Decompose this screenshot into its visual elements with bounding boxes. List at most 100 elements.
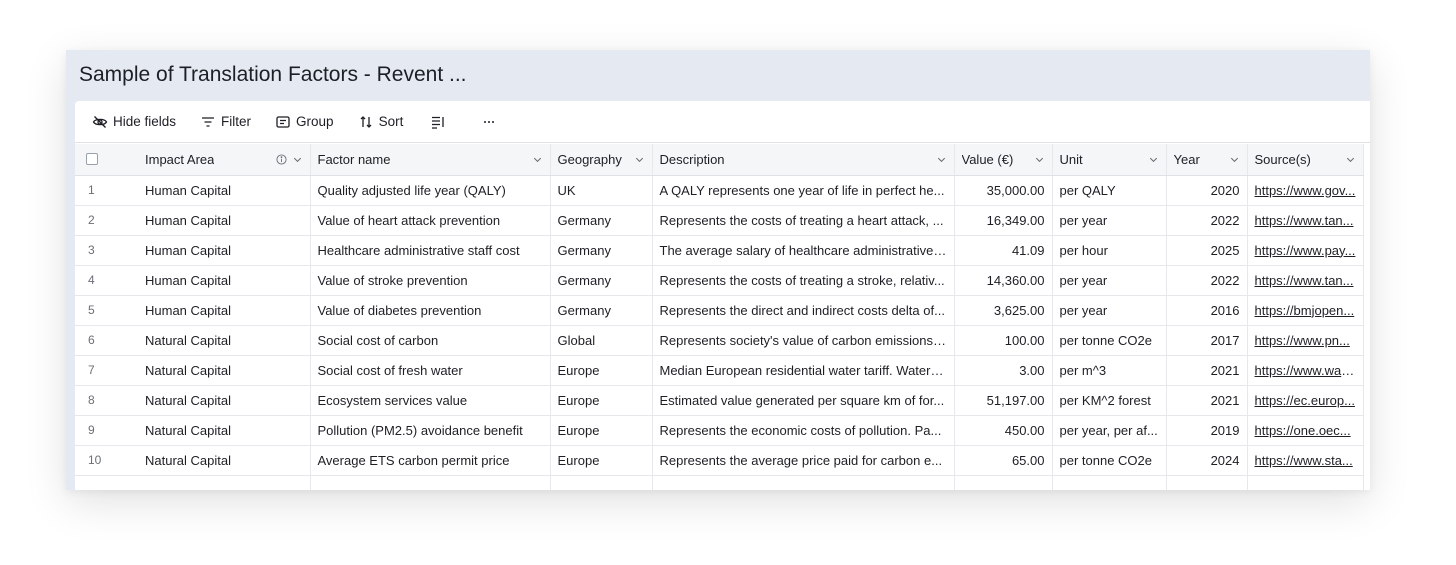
select-all-checkbox[interactable] <box>86 153 98 166</box>
cell-geography[interactable]: Germany <box>550 265 653 296</box>
cell-factor-name[interactable]: Social cost of fresh water <box>310 355 551 386</box>
column-header-unit[interactable]: Unit <box>1052 144 1167 176</box>
column-header-impact-area[interactable]: Impact Area <box>138 144 311 176</box>
cell-geography[interactable]: Europe <box>550 415 653 446</box>
cell-unit[interactable]: per KM^2 forest <box>1052 385 1167 416</box>
sort-button[interactable]: Sort <box>355 108 413 136</box>
cell-factor-name[interactable]: Pollution (PM2.5) avoidance benefit <box>310 415 551 446</box>
cell-geography[interactable]: UK <box>550 175 653 206</box>
cell-impact-area[interactable]: Human Capital <box>138 295 311 326</box>
filter-button[interactable]: Filter <box>197 108 260 136</box>
cell-unit[interactable]: per tonne CO2e <box>1052 445 1167 476</box>
cell-description[interactable]: Represents the economic costs of polluti… <box>652 415 955 446</box>
source-link[interactable]: https://www.gov... <box>1255 183 1356 198</box>
cell-year[interactable]: 2021 <box>1166 355 1248 386</box>
cell-description[interactable]: Estimated value generated per square km … <box>652 385 955 416</box>
source-link[interactable]: https://bmjopen... <box>1255 303 1355 318</box>
cell-description[interactable]: Represents the direct and indirect costs… <box>652 295 955 326</box>
cell-value[interactable]: 41.09 <box>954 235 1053 266</box>
cell-description[interactable]: Median European residential water tariff… <box>652 355 955 386</box>
cell-value[interactable]: 16,349.00 <box>954 205 1053 236</box>
cell-factor-name[interactable]: Value of diabetes prevention <box>310 295 551 326</box>
info-icon[interactable] <box>275 154 287 165</box>
cell-description[interactable]: The average salary of healthcare adminis… <box>652 235 955 266</box>
cell-impact-area[interactable]: Human Capital <box>138 175 311 206</box>
column-header-description[interactable]: Description <box>652 144 955 176</box>
table-row[interactable]: 3 Human Capital Healthcare administrativ… <box>75 235 1364 266</box>
cell-description[interactable]: Represents the average price paid for ca… <box>652 445 955 476</box>
column-header-geography[interactable]: Geography <box>550 144 653 176</box>
cell-source[interactable]: https://www.tan... <box>1247 205 1364 236</box>
cell-value[interactable]: 100.00 <box>954 325 1053 356</box>
hide-fields-button[interactable]: Hide fields <box>89 108 185 136</box>
cell-year[interactable]: 2017 <box>1166 325 1248 356</box>
cell-unit[interactable]: per m^3 <box>1052 355 1167 386</box>
cell-description[interactable]: Represents the costs of treating a heart… <box>652 205 955 236</box>
chevron-down-icon[interactable] <box>1034 154 1045 165</box>
cell-factor-name[interactable]: Value of heart attack prevention <box>310 205 551 236</box>
cell-unit[interactable]: per year, per af... <box>1052 415 1167 446</box>
cell-year[interactable]: 2021 <box>1166 385 1248 416</box>
cell-unit[interactable]: per year <box>1052 265 1167 296</box>
chevron-down-icon[interactable] <box>1229 154 1240 165</box>
column-header-sources[interactable]: Source(s) <box>1247 144 1364 176</box>
cell-year[interactable]: 2020 <box>1166 175 1248 206</box>
more-options-button[interactable] <box>475 108 508 136</box>
source-link[interactable]: https://www.sta... <box>1255 453 1353 468</box>
table-row[interactable]: 8 Natural Capital Ecosystem services val… <box>75 385 1364 416</box>
cell-source[interactable]: https://www.tan... <box>1247 265 1364 296</box>
chevron-down-icon[interactable] <box>532 154 543 165</box>
source-link[interactable]: https://www.pay... <box>1255 243 1356 258</box>
cell-factor-name[interactable]: Ecosystem services value <box>310 385 551 416</box>
cell-value[interactable]: 35,000.00 <box>954 175 1053 206</box>
cell-unit[interactable]: per year <box>1052 205 1167 236</box>
source-link[interactable]: https://www.pn... <box>1255 333 1350 348</box>
chevron-down-icon[interactable] <box>936 154 947 165</box>
source-link[interactable]: https://www.tan... <box>1255 213 1354 228</box>
cell-year[interactable]: 2022 <box>1166 205 1248 236</box>
cell-year[interactable]: 2016 <box>1166 295 1248 326</box>
cell-source[interactable]: https://www.pay... <box>1247 235 1364 266</box>
group-button[interactable]: Group <box>272 108 343 136</box>
cell-factor-name[interactable]: Healthcare administrative staff cost <box>310 235 551 266</box>
cell-source[interactable]: https://www.wat... <box>1247 355 1364 386</box>
cell-source[interactable]: https://www.sta... <box>1247 445 1364 476</box>
cell-value[interactable]: 51,197.00 <box>954 385 1053 416</box>
row-height-button[interactable] <box>424 108 457 136</box>
column-header-year[interactable]: Year <box>1166 144 1248 176</box>
cell-factor-name[interactable]: Value of stroke prevention <box>310 265 551 296</box>
cell-year[interactable]: 2019 <box>1166 415 1248 446</box>
table-row[interactable]: 9 Natural Capital Pollution (PM2.5) avoi… <box>75 415 1364 446</box>
cell-factor-name[interactable]: Social cost of carbon <box>310 325 551 356</box>
cell-factor-name[interactable]: Quality adjusted life year (QALY) <box>310 175 551 206</box>
cell-geography[interactable]: Europe <box>550 355 653 386</box>
cell-impact-area[interactable]: Natural Capital <box>138 385 311 416</box>
cell-geography[interactable]: Germany <box>550 235 653 266</box>
cell-unit[interactable]: per year <box>1052 295 1167 326</box>
cell-source[interactable]: https://www.pn... <box>1247 325 1364 356</box>
cell-value[interactable]: 450.00 <box>954 415 1053 446</box>
table-row[interactable]: 10 Natural Capital Average ETS carbon pe… <box>75 445 1364 476</box>
cell-description[interactable]: Represents the costs of treating a strok… <box>652 265 955 296</box>
cell-year[interactable]: 2022 <box>1166 265 1248 296</box>
cell-impact-area[interactable]: Natural Capital <box>138 355 311 386</box>
cell-year[interactable]: 2024 <box>1166 445 1248 476</box>
source-link[interactable]: https://ec.europ... <box>1255 393 1355 408</box>
chevron-down-icon[interactable] <box>1148 154 1159 165</box>
table-row[interactable]: 7 Natural Capital Social cost of fresh w… <box>75 355 1364 386</box>
chevron-down-icon[interactable] <box>634 154 645 165</box>
cell-value[interactable]: 65.00 <box>954 445 1053 476</box>
cell-impact-area[interactable]: Human Capital <box>138 235 311 266</box>
cell-value[interactable]: 3.00 <box>954 355 1053 386</box>
table-row[interactable]: 4 Human Capital Value of stroke preventi… <box>75 265 1364 296</box>
cell-geography[interactable]: Global <box>550 325 653 356</box>
source-link[interactable]: https://www.wat... <box>1255 363 1356 378</box>
cell-source[interactable]: https://www.gov... <box>1247 175 1364 206</box>
table-row[interactable]: 1 Human Capital Quality adjusted life ye… <box>75 175 1364 206</box>
table-row[interactable]: 5 Human Capital Value of diabetes preven… <box>75 295 1364 326</box>
chevron-down-icon[interactable] <box>1345 154 1356 165</box>
cell-impact-area[interactable]: Human Capital <box>138 205 311 236</box>
cell-impact-area[interactable]: Natural Capital <box>138 415 311 446</box>
table-row[interactable]: 6 Natural Capital Social cost of carbon … <box>75 325 1364 356</box>
cell-description[interactable]: A QALY represents one year of life in pe… <box>652 175 955 206</box>
